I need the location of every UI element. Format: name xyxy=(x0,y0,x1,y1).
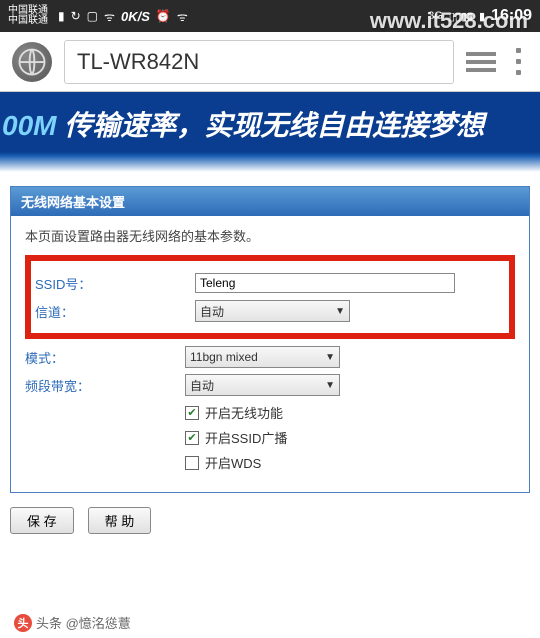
mode-select[interactable]: 11bgn mixed ▼ xyxy=(185,346,340,368)
mode-label: 模式： xyxy=(25,348,185,367)
bandwidth-label: 频段带宽： xyxy=(25,376,185,395)
status-icons: ▮ ↻ ▢ ᯤ 0K/S ⏰ ᯤ xyxy=(58,8,188,25)
toutiao-icon: 头 xyxy=(14,614,32,632)
footer-attribution: 头 头条 @憶洺慫薏 xyxy=(14,613,131,632)
enable-wds-label: 开启WDS xyxy=(205,453,261,472)
carrier-2: 中国联通 xyxy=(8,16,48,26)
watermark: www.it528.com xyxy=(370,8,528,34)
wifi-icon: ᯤ xyxy=(177,8,188,25)
channel-row: 信道： 自动 ▼ xyxy=(35,299,505,323)
banner-text: 传输速率，实现无线自由连接梦想 xyxy=(56,110,484,141)
bandwidth-select[interactable]: 自动 ▼ xyxy=(185,374,340,396)
browser-toolbar xyxy=(0,32,540,92)
channel-select[interactable]: 自动 ▼ xyxy=(195,300,350,322)
panel-header: 无线网络基本设置 xyxy=(11,187,529,216)
enable-wireless-label: 开启无线功能 xyxy=(205,403,283,422)
channel-value: 自动 xyxy=(200,303,224,320)
signal-icon: ▮ xyxy=(58,9,65,23)
chevron-down-icon: ▼ xyxy=(335,306,345,317)
form-area: SSID号： 信道： 自动 ▼ 模式： 11bgn mixed xyxy=(25,255,515,472)
page-content: 无线网络基本设置 本页面设置路由器无线网络的基本参数。 SSID号： 信道： 自… xyxy=(0,172,540,548)
banner-speed: 00M xyxy=(2,110,56,141)
enable-ssid-broadcast-row: 开启SSID广播 xyxy=(185,428,515,447)
mode-value: 11bgn mixed xyxy=(190,350,258,364)
enable-wds-row: 开启WDS xyxy=(185,453,515,472)
save-button[interactable]: 保 存 xyxy=(10,507,74,534)
enable-wireless-row: 开启无线功能 xyxy=(185,403,515,422)
globe-icon[interactable] xyxy=(12,42,52,82)
channel-label: 信道： xyxy=(35,302,195,321)
box-icon: ▢ xyxy=(87,9,98,23)
chevron-down-icon: ▼ xyxy=(325,380,335,391)
enable-wds-checkbox[interactable] xyxy=(185,456,199,470)
alarm-icon: ⏰ xyxy=(156,9,171,23)
help-button[interactable]: 帮 助 xyxy=(88,507,152,534)
ssid-input[interactable] xyxy=(195,273,455,293)
sync-icon: ↻ xyxy=(71,9,81,23)
tabs-icon[interactable] xyxy=(466,52,496,72)
ssid-row: SSID号： xyxy=(35,271,505,295)
wireless-settings-panel: 无线网络基本设置 本页面设置路由器无线网络的基本参数。 SSID号： 信道： 自… xyxy=(10,186,530,493)
enable-ssid-broadcast-label: 开启SSID广播 xyxy=(205,428,287,447)
panel-intro: 本页面设置路由器无线网络的基本参数。 xyxy=(25,226,515,245)
mode-row: 模式： 11bgn mixed ▼ xyxy=(25,345,515,369)
net-speed: 0K/S xyxy=(121,9,150,24)
page-banner: 00M 传输速率，实现无线自由连接梦想 xyxy=(0,92,540,172)
panel-body: 本页面设置路由器无线网络的基本参数。 SSID号： 信道： 自动 ▼ xyxy=(11,216,529,492)
url-input[interactable] xyxy=(64,40,454,84)
banner-title: 00M 传输速率，实现无线自由连接梦想 xyxy=(0,104,540,144)
overflow-menu-icon[interactable] xyxy=(508,48,528,75)
bandwidth-row: 频段带宽： 自动 ▼ xyxy=(25,373,515,397)
carrier-labels: 中国联通 中国联通 xyxy=(8,6,48,26)
bandwidth-value: 自动 xyxy=(190,377,214,394)
ssid-label: SSID号： xyxy=(35,274,195,293)
button-row: 保 存 帮 助 xyxy=(10,507,530,534)
wifi-alt-icon: ᯤ xyxy=(104,8,115,25)
chevron-down-icon: ▼ xyxy=(325,352,335,363)
highlighted-fields: SSID号： 信道： 自动 ▼ xyxy=(25,255,515,339)
enable-ssid-broadcast-checkbox[interactable] xyxy=(185,431,199,445)
enable-wireless-checkbox[interactable] xyxy=(185,406,199,420)
footer-text: 头条 @憶洺慫薏 xyxy=(36,613,131,632)
